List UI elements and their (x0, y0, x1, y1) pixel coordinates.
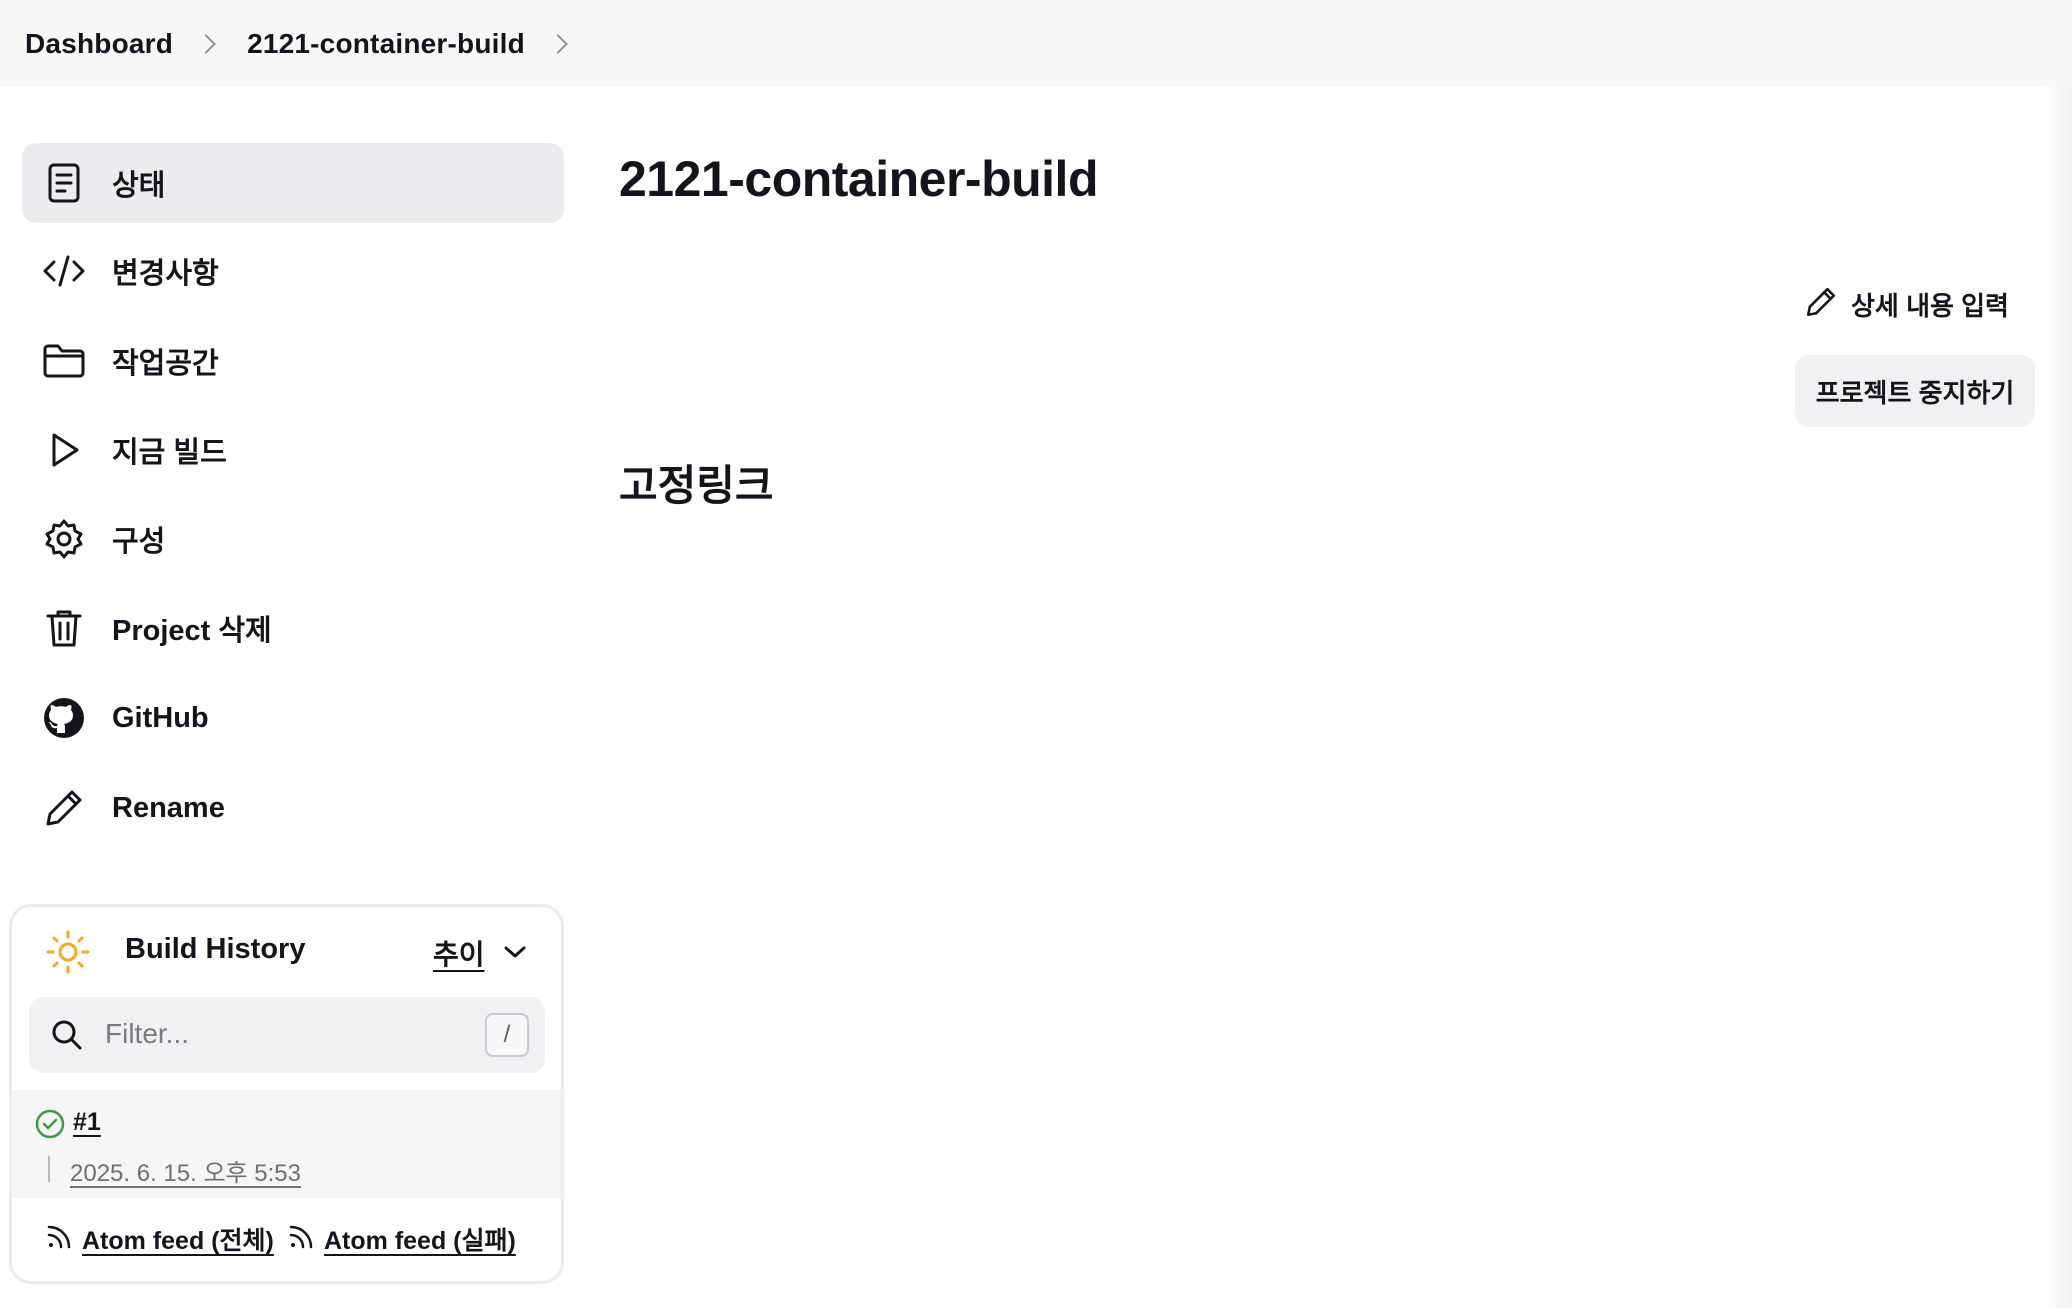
breadcrumb-job[interactable]: 2121-container-build (247, 28, 525, 60)
sidebar-item-rename[interactable]: Rename (22, 768, 564, 848)
build-filter: / (29, 997, 545, 1073)
gear-icon (42, 517, 86, 561)
sidebar-item-build-now[interactable]: 지금 빌드 (22, 410, 564, 490)
disable-project-button[interactable]: 프로젝트 중지하기 (1795, 355, 2035, 427)
trash-icon (42, 606, 86, 650)
build-history-footer: Atom feed (전체) Atom feed (실패) (12, 1207, 561, 1267)
play-icon (42, 428, 86, 472)
atom-feed-failed-link[interactable]: Atom feed (실패) (288, 1221, 516, 1257)
sidebar-item-label: 변경사항 (112, 258, 219, 290)
scroll-edge-shadow (2044, 87, 2072, 1308)
build-history-title: Build History (125, 933, 306, 965)
sidebar-item-label: 작업공간 (112, 348, 219, 380)
sidebar-item-configure[interactable]: 구성 (22, 499, 564, 579)
sidebar-item-github[interactable]: GitHub (22, 678, 564, 758)
chevron-down-icon[interactable] (502, 943, 528, 966)
edit-description-label: 상세 내용 입력 (1851, 291, 2009, 321)
sidebar-item-label: 상태 (112, 170, 166, 202)
sidebar-item-label: Rename (112, 791, 225, 824)
atom-feed-failed-label: Atom feed (실패) (324, 1227, 516, 1255)
sidebar-item-label: 지금 빌드 (112, 437, 227, 469)
build-row[interactable]: #1 2025. 6. 15. 오후 5:53 (12, 1090, 561, 1198)
success-check-icon (34, 1108, 66, 1145)
atom-feed-all-link[interactable]: Atom feed (전체) (46, 1221, 274, 1257)
build-history-panel: Build History 추이 / #1 2025. 6. 15. 오후 5:… (9, 904, 564, 1284)
chevron-right-icon[interactable] (196, 33, 216, 54)
folder-icon (42, 339, 86, 383)
sun-weather-icon (45, 929, 91, 980)
sidebar-item-label: 구성 (112, 526, 166, 558)
chevron-right-icon[interactable] (548, 33, 568, 54)
sidebar-item-label: GitHub (112, 701, 209, 734)
github-icon (42, 696, 86, 740)
build-history-header: Build History 추이 (12, 907, 561, 997)
search-icon (51, 1019, 83, 1056)
document-icon (42, 161, 86, 205)
build-time-link[interactable]: 2025. 6. 15. 오후 5:53 (70, 1153, 301, 1188)
page-title: 2121-container-build (619, 151, 1099, 207)
keyboard-shortcut-hint: / (485, 1013, 529, 1057)
build-number-link[interactable]: #1 (73, 1108, 101, 1137)
breadcrumb: Dashboard 2121-container-build (0, 0, 2072, 87)
rss-icon (288, 1224, 314, 1255)
pencil-icon (1805, 286, 1837, 323)
atom-feed-all-label: Atom feed (전체) (82, 1227, 274, 1255)
sidebar-item-workspace[interactable]: 작업공간 (22, 321, 564, 401)
breadcrumb-dashboard[interactable]: Dashboard (25, 28, 173, 60)
rss-icon (46, 1224, 72, 1255)
timeline-bar (48, 1156, 50, 1182)
code-icon (42, 249, 86, 293)
filter-input[interactable] (105, 1011, 465, 1057)
permalinks-heading: 고정링크 (619, 462, 774, 509)
pencil-icon (42, 786, 86, 830)
sidebar-item-label: Project 삭제 (112, 615, 272, 647)
sidebar-item-changes[interactable]: 변경사항 (22, 231, 564, 311)
sidebar-item-delete-project[interactable]: Project 삭제 (22, 588, 564, 668)
sidebar-item-status[interactable]: 상태 (22, 143, 564, 223)
edit-description-link[interactable]: 상세 내용 입력 (1805, 286, 2009, 323)
trend-link[interactable]: 추이 (433, 933, 485, 973)
